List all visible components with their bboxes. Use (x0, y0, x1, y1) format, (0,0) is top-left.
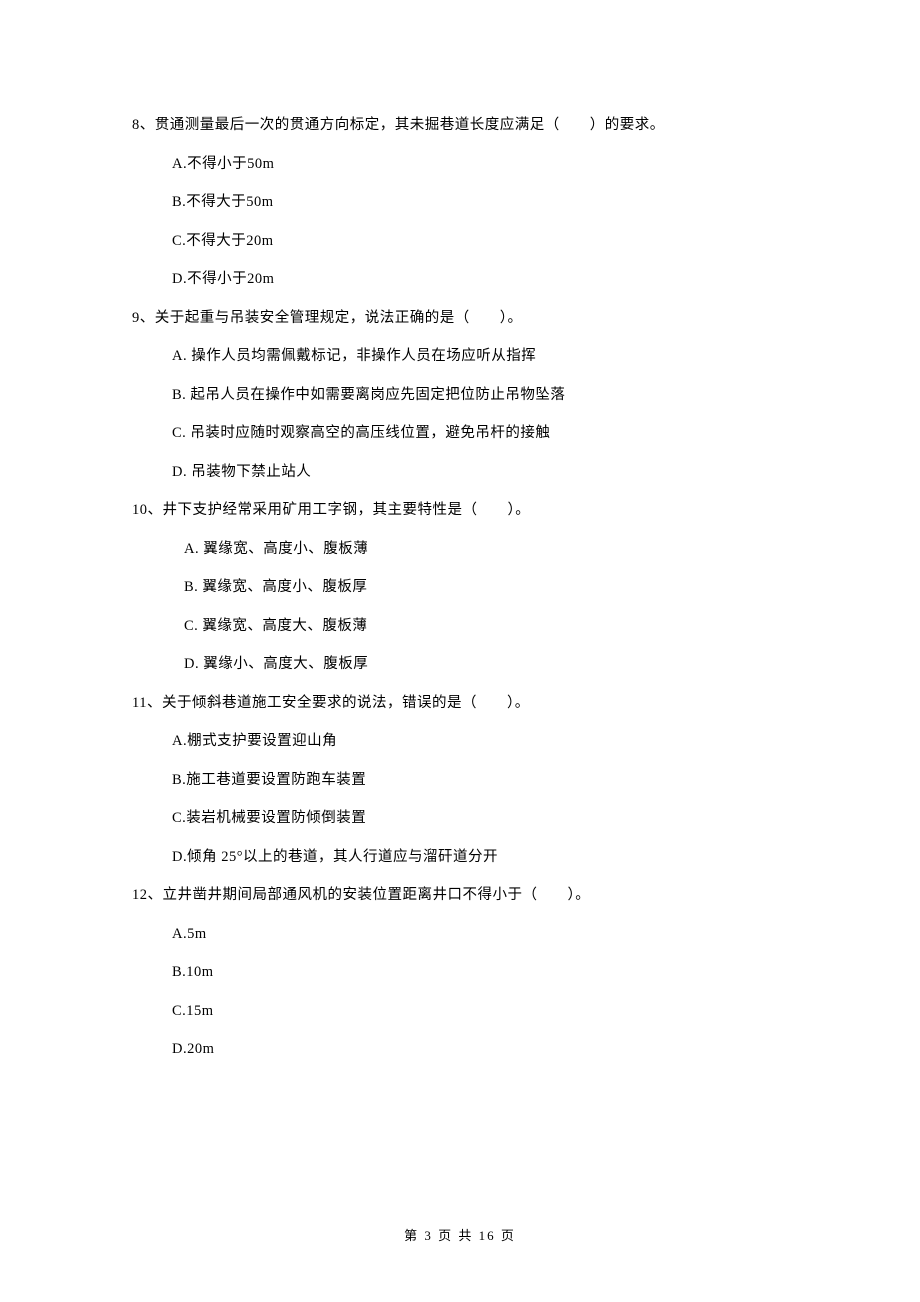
option-b: B. 起吊人员在操作中如需要离岗应先固定把位防止吊物坠落 (172, 388, 796, 403)
question-9: 9、关于起重与吊装安全管理规定，说法正确的是（ ）。 A. 操作人员均需佩戴标记… (132, 311, 796, 480)
option-d: D. 吊装物下禁止站人 (172, 465, 796, 480)
option-a: A.5m (172, 927, 796, 942)
question-stem: 10、井下支护经常采用矿用工字钢，其主要特性是（ ）。 (132, 503, 796, 518)
option-d: D.20m (172, 1042, 796, 1057)
options-group: A. 翼缘宽、高度小、腹板薄 B. 翼缘宽、高度小、腹板厚 C. 翼缘宽、高度大… (132, 542, 796, 672)
option-b: B.10m (172, 965, 796, 980)
option-b: B. 翼缘宽、高度小、腹板厚 (184, 580, 796, 595)
question-stem: 11、关于倾斜巷道施工安全要求的说法，错误的是（ ）。 (132, 696, 796, 711)
options-group: A.不得小于50m B.不得大于50m C.不得大于20m D.不得小于20m (132, 157, 796, 287)
options-group: A. 操作人员均需佩戴标记，非操作人员在场应听从指挥 B. 起吊人员在操作中如需… (132, 349, 796, 479)
option-a: A. 翼缘宽、高度小、腹板薄 (184, 542, 796, 557)
question-12: 12、立井凿井期间局部通风机的安装位置距离井口不得小于（ ）。 A.5m B.1… (132, 888, 796, 1057)
option-a: A.棚式支护要设置迎山角 (172, 734, 796, 749)
option-d: D.倾角 25°以上的巷道，其人行道应与溜矸道分开 (172, 850, 796, 865)
question-11: 11、关于倾斜巷道施工安全要求的说法，错误的是（ ）。 A.棚式支护要设置迎山角… (132, 696, 796, 865)
question-stem: 9、关于起重与吊装安全管理规定，说法正确的是（ ）。 (132, 311, 796, 326)
option-c: C. 翼缘宽、高度大、腹板薄 (184, 619, 796, 634)
question-10: 10、井下支护经常采用矿用工字钢，其主要特性是（ ）。 A. 翼缘宽、高度小、腹… (132, 503, 796, 672)
option-b: B.不得大于50m (172, 195, 796, 210)
option-c: C.15m (172, 1004, 796, 1019)
option-c: C. 吊装时应随时观察高空的高压线位置，避免吊杆的接触 (172, 426, 796, 441)
options-group: A.棚式支护要设置迎山角 B.施工巷道要设置防跑车装置 C.装岩机械要设置防倾倒… (132, 734, 796, 864)
option-d: D.不得小于20m (172, 272, 796, 287)
option-c: C.不得大于20m (172, 234, 796, 249)
option-b: B.施工巷道要设置防跑车装置 (172, 773, 796, 788)
page-content: 8、贯通测量最后一次的贯通方向标定，其未掘巷道长度应满足（ ）的要求。 A.不得… (0, 0, 920, 1057)
option-a: A. 操作人员均需佩戴标记，非操作人员在场应听从指挥 (172, 349, 796, 364)
option-c: C.装岩机械要设置防倾倒装置 (172, 811, 796, 826)
page-footer: 第 3 页 共 16 页 (0, 1229, 920, 1242)
question-stem: 12、立井凿井期间局部通风机的安装位置距离井口不得小于（ ）。 (132, 888, 796, 903)
options-group: A.5m B.10m C.15m D.20m (132, 927, 796, 1057)
option-d: D. 翼缘小、高度大、腹板厚 (184, 657, 796, 672)
question-8: 8、贯通测量最后一次的贯通方向标定，其未掘巷道长度应满足（ ）的要求。 A.不得… (132, 118, 796, 287)
option-a: A.不得小于50m (172, 157, 796, 172)
question-stem: 8、贯通测量最后一次的贯通方向标定，其未掘巷道长度应满足（ ）的要求。 (132, 118, 796, 133)
